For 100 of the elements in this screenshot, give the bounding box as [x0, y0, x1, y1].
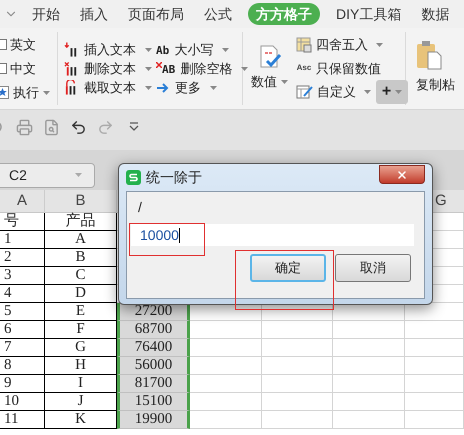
delete-text-icon	[64, 60, 79, 76]
divisor-input-field[interactable]: 10000	[131, 224, 414, 246]
dropdown-caret-icon	[281, 80, 288, 84]
dropdown-caret-icon	[145, 66, 152, 70]
dropdown-caret-icon	[43, 90, 50, 94]
table-cell: 7	[0, 339, 45, 357]
table-cell: 10	[0, 393, 45, 411]
ribbon-menu-button[interactable]: 四舍五入	[296, 35, 383, 54]
text-case-icon: Asc	[296, 62, 312, 74]
ribbon-menu-button[interactable]: 自定义	[296, 82, 371, 102]
table-cell	[405, 357, 464, 375]
column-header[interactable]: B	[45, 190, 117, 212]
ribbon-tab[interactable]: DIY工具箱	[332, 6, 406, 22]
table-cell	[405, 321, 464, 339]
table-cell: A	[45, 231, 117, 249]
table-cell	[262, 411, 333, 429]
customize-toolbar-icon[interactable]	[128, 122, 140, 132]
table-cell: 6	[0, 321, 45, 339]
dialog-title: 统一除于	[146, 168, 202, 187]
table-cell	[262, 393, 333, 411]
column-header[interactable]: A	[0, 190, 45, 212]
ribbon-tab[interactable]: 公式	[200, 6, 236, 22]
table-cell	[405, 375, 464, 393]
table-cell	[190, 357, 262, 375]
table-cell: B	[45, 249, 117, 267]
ribbon-menu-button[interactable]: 截取文本	[64, 78, 152, 98]
table-cell	[405, 393, 464, 411]
ribbon-label[interactable]: 执行	[13, 82, 50, 102]
close-button[interactable]	[379, 165, 425, 184]
ribbon-label[interactable]: 英文	[10, 34, 36, 54]
dropdown-caret-icon	[222, 48, 230, 52]
dialog-button[interactable]: 确定	[250, 254, 326, 282]
table-cell: 11	[0, 411, 45, 429]
table-cell	[333, 411, 405, 429]
table-cell	[262, 321, 333, 339]
insert-text-icon	[64, 42, 79, 58]
table-cell: 4	[0, 285, 45, 303]
ribbon-menu-button[interactable]: Ab 大小写	[156, 40, 248, 60]
table-cell: 3	[0, 267, 45, 285]
table-cell: 15100	[117, 393, 190, 411]
table-cell	[405, 411, 464, 429]
name-box[interactable]: C2	[0, 162, 95, 188]
table-cell: 产品	[45, 213, 117, 231]
edit-table-icon	[296, 84, 313, 100]
dropdown-caret-icon	[210, 86, 217, 90]
table-cell	[262, 375, 333, 393]
arrow-right-icon	[156, 82, 170, 94]
add-split-button[interactable]: +	[376, 80, 408, 104]
ribbon-menu-button[interactable]: Asc 只保留数值	[296, 58, 381, 78]
table-cell	[190, 375, 262, 393]
document-check-icon	[258, 45, 282, 70]
table-cell: 81700	[117, 375, 190, 393]
table-cell	[333, 357, 405, 375]
dropdown-caret-icon	[145, 48, 152, 52]
table-cell	[333, 321, 405, 339]
table-cell: 19900	[117, 411, 190, 429]
table-cell: D	[45, 285, 117, 303]
ribbon-menu-button[interactable]: 插入文本	[64, 40, 152, 60]
table-icon	[296, 36, 312, 53]
field-label: /	[138, 199, 143, 215]
table-cell	[262, 357, 333, 375]
table-cell	[405, 339, 464, 357]
ribbon-tab[interactable]: 页面布局	[124, 6, 188, 22]
table-cell: 8	[0, 357, 45, 375]
table-cell: 68700	[117, 321, 190, 339]
ribbon-tab[interactable]: 数据	[417, 6, 454, 22]
ribbon-menu-button[interactable]: AB 删除空格	[156, 58, 248, 78]
table-cell	[333, 339, 405, 357]
table-cell: 1	[0, 231, 45, 249]
table-cell	[190, 321, 262, 339]
table-cell	[333, 393, 405, 411]
table-cell	[333, 375, 405, 393]
dropdown-caret-icon	[145, 86, 152, 90]
table-cell: C	[45, 267, 117, 285]
table-cell: 9	[0, 375, 45, 393]
app-logo-icon	[126, 170, 141, 185]
dropdown-caret-icon	[395, 90, 402, 94]
table-cell	[190, 411, 262, 429]
dialog-button[interactable]: 取消	[335, 254, 411, 282]
table-cell: 56000	[117, 357, 190, 375]
undo-icon[interactable]	[70, 118, 87, 136]
ribbon-label[interactable]: 中文	[10, 58, 36, 78]
ribbon-menu-button[interactable]: 更多	[156, 78, 248, 98]
table-cell	[190, 339, 262, 357]
table-cell: 2	[0, 249, 45, 267]
text-case-icon: Ab	[156, 42, 170, 56]
ribbon-tab[interactable]: 插入	[76, 6, 112, 22]
dropdown-caret-icon	[241, 66, 248, 70]
number-menu-button[interactable]: 数值	[251, 38, 288, 99]
table-cell: 27200	[117, 303, 190, 321]
ribbon-tab[interactable]: 开始	[28, 6, 64, 22]
clipboard-icon	[416, 40, 442, 70]
table-cell: 号	[0, 213, 45, 231]
table-cell: 5	[0, 303, 45, 321]
table-cell: 76400	[117, 339, 190, 357]
table-cell	[262, 339, 333, 357]
table-cell	[190, 393, 262, 411]
close-icon	[396, 168, 408, 180]
ribbon-label[interactable]: 复制粘	[416, 75, 455, 94]
ribbon-menu-button[interactable]: 删除文本	[64, 58, 152, 78]
